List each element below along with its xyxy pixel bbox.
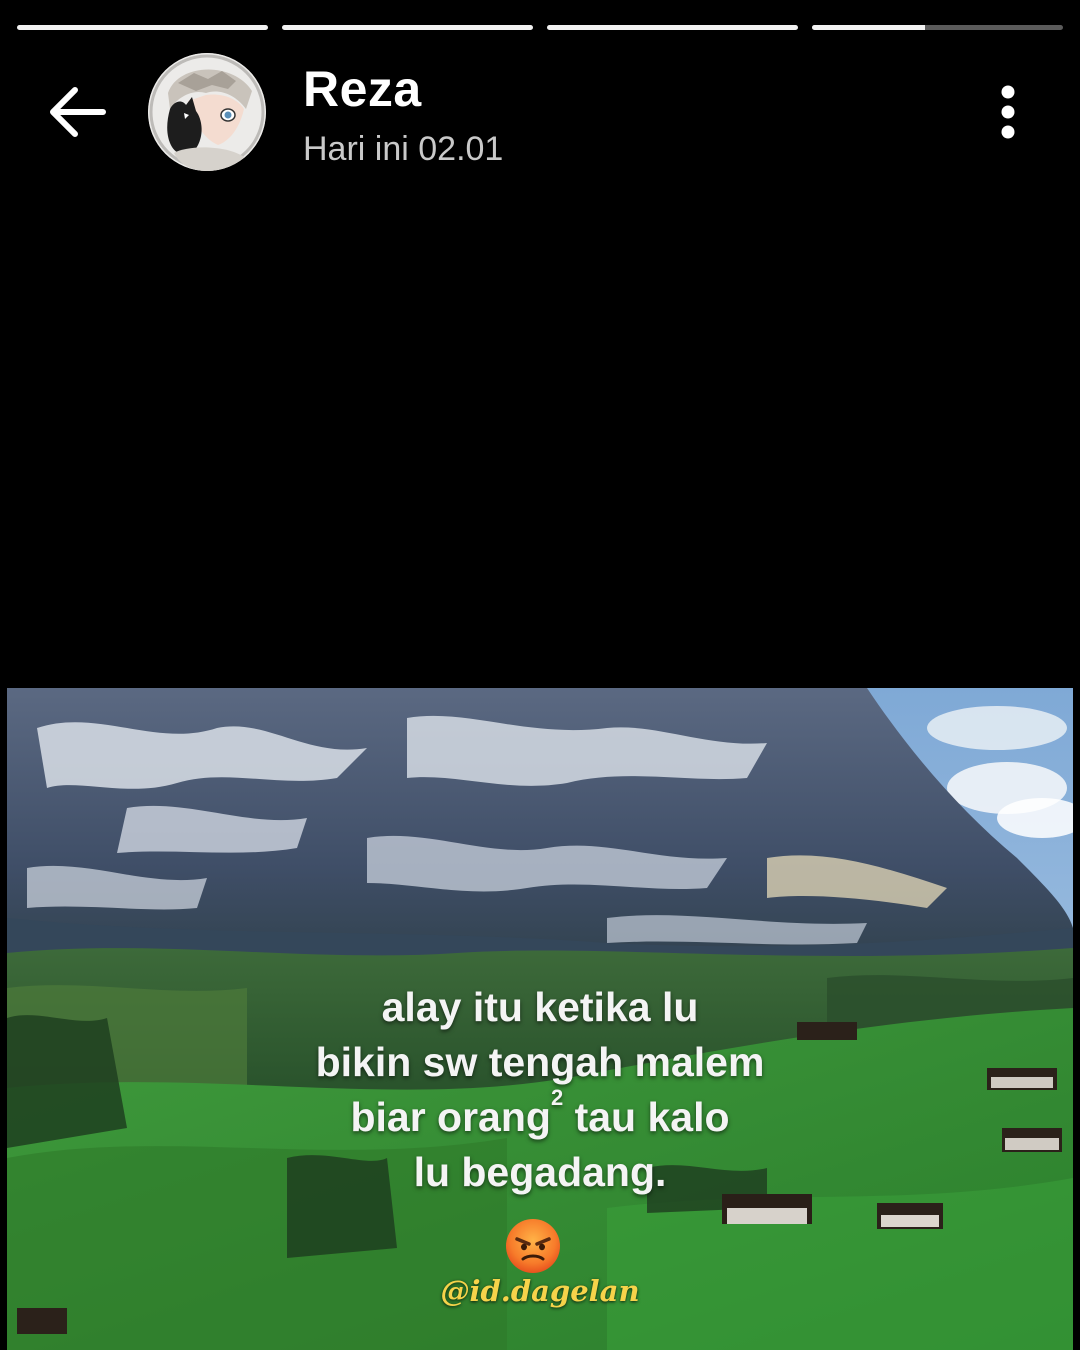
caption-text: tau kalo [563,1094,730,1140]
caption-line: bikin sw tengah malem [315,1039,765,1085]
status-timestamp: Hari ini 02.01 [303,130,504,168]
contact-name: Reza [303,61,422,117]
progress-segment [17,25,268,30]
story-progress-bar [17,25,1063,31]
status-caption: alay itu ketika lu bikin sw tengah malem… [0,980,1080,1200]
progress-segment [547,25,798,30]
progress-fill [282,25,533,30]
arrow-left-icon [50,87,106,137]
progress-fill [17,25,268,30]
caption-line: biar orang2 tau kalo [0,1087,1080,1145]
caption-text: biar orang [350,1094,551,1140]
back-button[interactable] [40,75,114,149]
caption-superscript: 2 [550,1085,564,1110]
progress-segment [282,25,533,30]
more-options-button[interactable] [980,80,1036,144]
more-vertical-icon [1001,85,1015,139]
progress-fill [547,25,798,30]
status-viewer: Reza Hari ini 02.01 alay itu ketika lu b… [0,0,1080,1350]
avatar[interactable] [148,53,266,171]
caption-line: alay itu ketika lu [381,984,699,1030]
watermark-handle: @id.dagelan [440,1274,640,1308]
caption-line: lu begadang. [413,1149,667,1195]
avatar-image [148,53,266,171]
progress-segment [812,25,1063,30]
angry-face-icon [506,1219,560,1273]
progress-fill [812,25,925,30]
